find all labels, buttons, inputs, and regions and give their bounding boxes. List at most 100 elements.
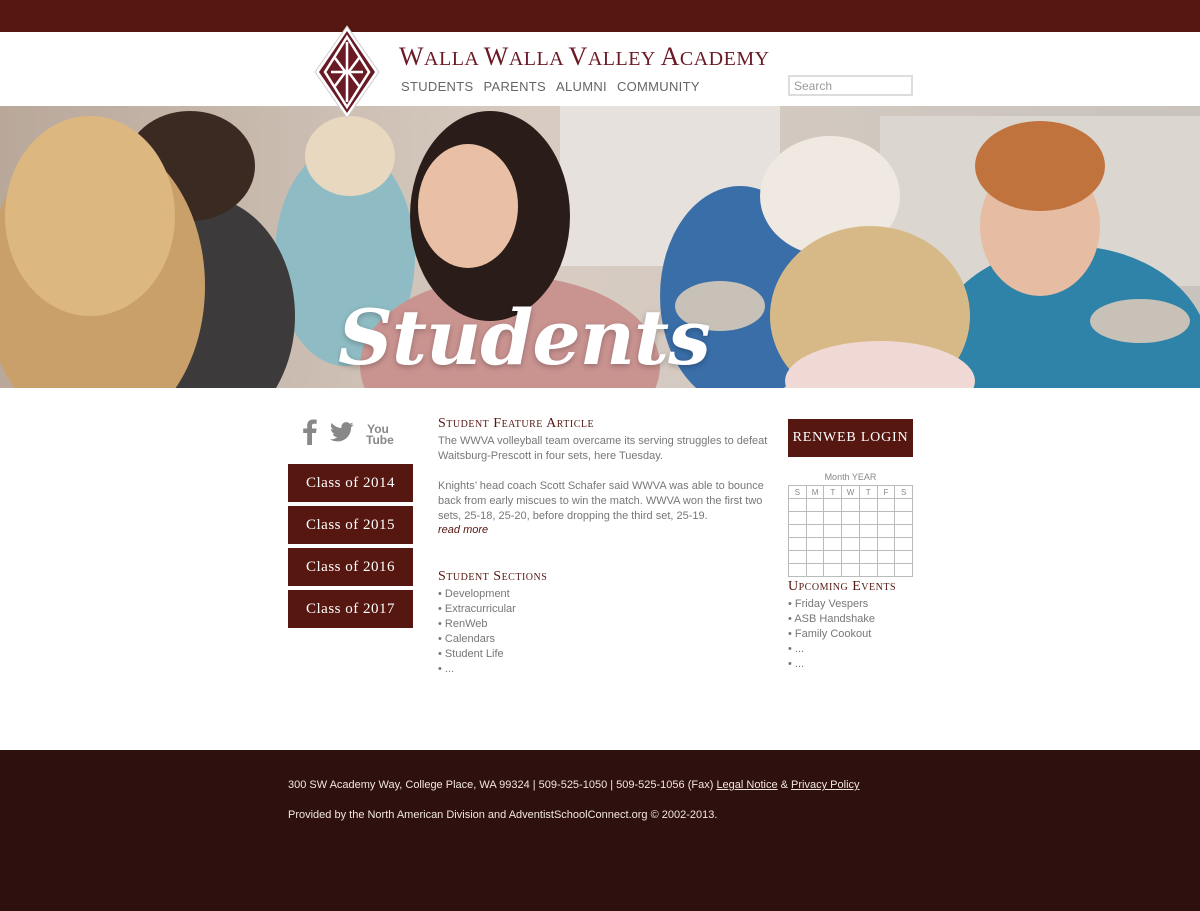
section-item-calendars[interactable]: Calendars xyxy=(438,632,516,647)
title-letter: V xyxy=(568,42,588,71)
calendar-day[interactable] xyxy=(841,498,860,512)
calendar-day[interactable] xyxy=(858,498,878,512)
calendar-day[interactable] xyxy=(805,511,825,525)
calendar-day[interactable] xyxy=(876,550,896,564)
calendar-day[interactable] xyxy=(894,511,913,525)
footer xyxy=(0,750,1200,911)
privacy-policy-link[interactable]: Privacy Policy xyxy=(791,779,859,791)
calendar-day[interactable] xyxy=(823,524,843,538)
calendar-day[interactable] xyxy=(805,537,825,551)
event-item[interactable]: ... xyxy=(788,642,875,657)
calendar-day[interactable] xyxy=(805,550,825,564)
weekday: F xyxy=(876,485,896,499)
calendar-day[interactable] xyxy=(841,537,860,551)
top-bar xyxy=(0,0,1200,32)
calendar-day[interactable] xyxy=(788,563,807,577)
calendar-day[interactable] xyxy=(805,524,825,538)
title-letter: W xyxy=(399,42,425,71)
calendar-day[interactable] xyxy=(823,498,843,512)
calendar-day[interactable] xyxy=(823,537,843,551)
calendar-day[interactable] xyxy=(841,550,860,564)
calendar-day[interactable] xyxy=(876,511,896,525)
weekday: T xyxy=(858,485,878,499)
title-word: cademy xyxy=(679,48,770,70)
youtube-icon[interactable]: You Tube xyxy=(366,423,394,446)
calendar-day[interactable] xyxy=(788,498,807,512)
section-item-renweb[interactable]: RenWeb xyxy=(438,617,516,632)
event-item[interactable]: Friday Vespers xyxy=(788,597,875,612)
nav-parents[interactable]: PARENTS xyxy=(483,79,546,94)
header: Walla Walla Valley Academy STUDENTS PARE… xyxy=(0,32,1200,106)
calendar-week xyxy=(788,550,913,564)
sections-title: Student Sections xyxy=(438,569,548,584)
facebook-icon[interactable] xyxy=(302,419,318,450)
calendar-day[interactable] xyxy=(788,550,807,564)
calendar-day[interactable] xyxy=(823,563,843,577)
calendar-day[interactable] xyxy=(894,524,913,538)
calendar-day[interactable] xyxy=(805,563,825,577)
event-item[interactable]: ASB Handshake xyxy=(788,612,875,627)
calendar-day[interactable] xyxy=(894,537,913,551)
calendar-day[interactable] xyxy=(805,498,825,512)
calendar-weekdays: S M T W T F S xyxy=(788,485,913,499)
calendar-day[interactable] xyxy=(858,511,878,525)
calendar-day[interactable] xyxy=(894,550,913,564)
event-item[interactable]: ... xyxy=(788,657,875,672)
footer-address: 300 SW Academy Way, College Place, WA 99… xyxy=(288,779,717,791)
calendar-day[interactable] xyxy=(823,550,843,564)
legal-notice-link[interactable]: Legal Notice xyxy=(716,779,777,791)
calendar-day[interactable] xyxy=(858,537,878,551)
class-of-2017-button[interactable]: Class of 2017 xyxy=(288,590,413,628)
calendar-title: Month YEAR xyxy=(824,472,877,482)
calendar-day[interactable] xyxy=(876,498,896,512)
calendar-day[interactable] xyxy=(876,524,896,538)
calendar-week xyxy=(788,563,913,577)
calendar-day[interactable] xyxy=(841,511,860,525)
calendar-day[interactable] xyxy=(858,524,878,538)
calendar: S M T W T F S xyxy=(788,485,913,577)
hero-title: Students xyxy=(338,300,710,382)
weekday: S xyxy=(894,485,913,499)
events-title: Upcoming Events xyxy=(788,579,897,594)
youtube-label-bottom: Tube xyxy=(366,432,394,447)
class-of-2014-button[interactable]: Class of 2014 xyxy=(288,464,413,502)
section-item-more[interactable]: ... xyxy=(438,662,516,677)
main-nav: STUDENTS PARENTS ALUMNI COMMUNITY xyxy=(401,79,700,94)
nav-alumni[interactable]: ALUMNI xyxy=(556,79,607,94)
social-links: You Tube xyxy=(302,419,394,450)
twitter-icon[interactable] xyxy=(330,422,354,447)
academy-logo[interactable] xyxy=(313,24,381,120)
calendar-day[interactable] xyxy=(841,563,860,577)
class-of-2016-button[interactable]: Class of 2016 xyxy=(288,548,413,586)
calendar-day[interactable] xyxy=(858,563,878,577)
calendar-day[interactable] xyxy=(876,537,896,551)
calendar-day[interactable] xyxy=(823,511,843,525)
title-letter: W xyxy=(483,42,509,71)
sections-list: Development Extracurricular RenWeb Calen… xyxy=(438,587,516,677)
footer-provided-by: Provided by the North American Division … xyxy=(288,809,718,821)
title-word: alley xyxy=(587,48,661,70)
section-item-extracurricular[interactable]: Extracurricular xyxy=(438,602,516,617)
class-of-2015-button[interactable]: Class of 2015 xyxy=(288,506,413,544)
read-more-link[interactable]: read more xyxy=(438,524,488,536)
calendar-day[interactable] xyxy=(788,537,807,551)
event-item[interactable]: Family Cookout xyxy=(788,627,875,642)
calendar-day[interactable] xyxy=(841,524,860,538)
calendar-day[interactable] xyxy=(788,511,807,525)
calendar-day[interactable] xyxy=(858,550,878,564)
nav-community[interactable]: COMMUNITY xyxy=(617,79,700,94)
article-title[interactable]: Student Feature Article xyxy=(438,416,594,432)
nav-students[interactable]: STUDENTS xyxy=(401,79,473,94)
site-title[interactable]: Walla Walla Valley Academy xyxy=(399,42,770,72)
title-letter: A xyxy=(660,42,680,71)
search-input[interactable] xyxy=(788,75,913,96)
calendar-day[interactable] xyxy=(894,563,913,577)
calendar-day[interactable] xyxy=(894,498,913,512)
section-item-student-life[interactable]: Student Life xyxy=(438,647,516,662)
calendar-week xyxy=(788,511,913,525)
calendar-day[interactable] xyxy=(788,524,807,538)
renweb-login-button[interactable]: RENWEB LOGIN xyxy=(788,419,913,457)
section-item-development[interactable]: Development xyxy=(438,587,516,602)
calendar-day[interactable] xyxy=(876,563,896,577)
events-list: Friday Vespers ASB Handshake Family Cook… xyxy=(788,597,875,672)
